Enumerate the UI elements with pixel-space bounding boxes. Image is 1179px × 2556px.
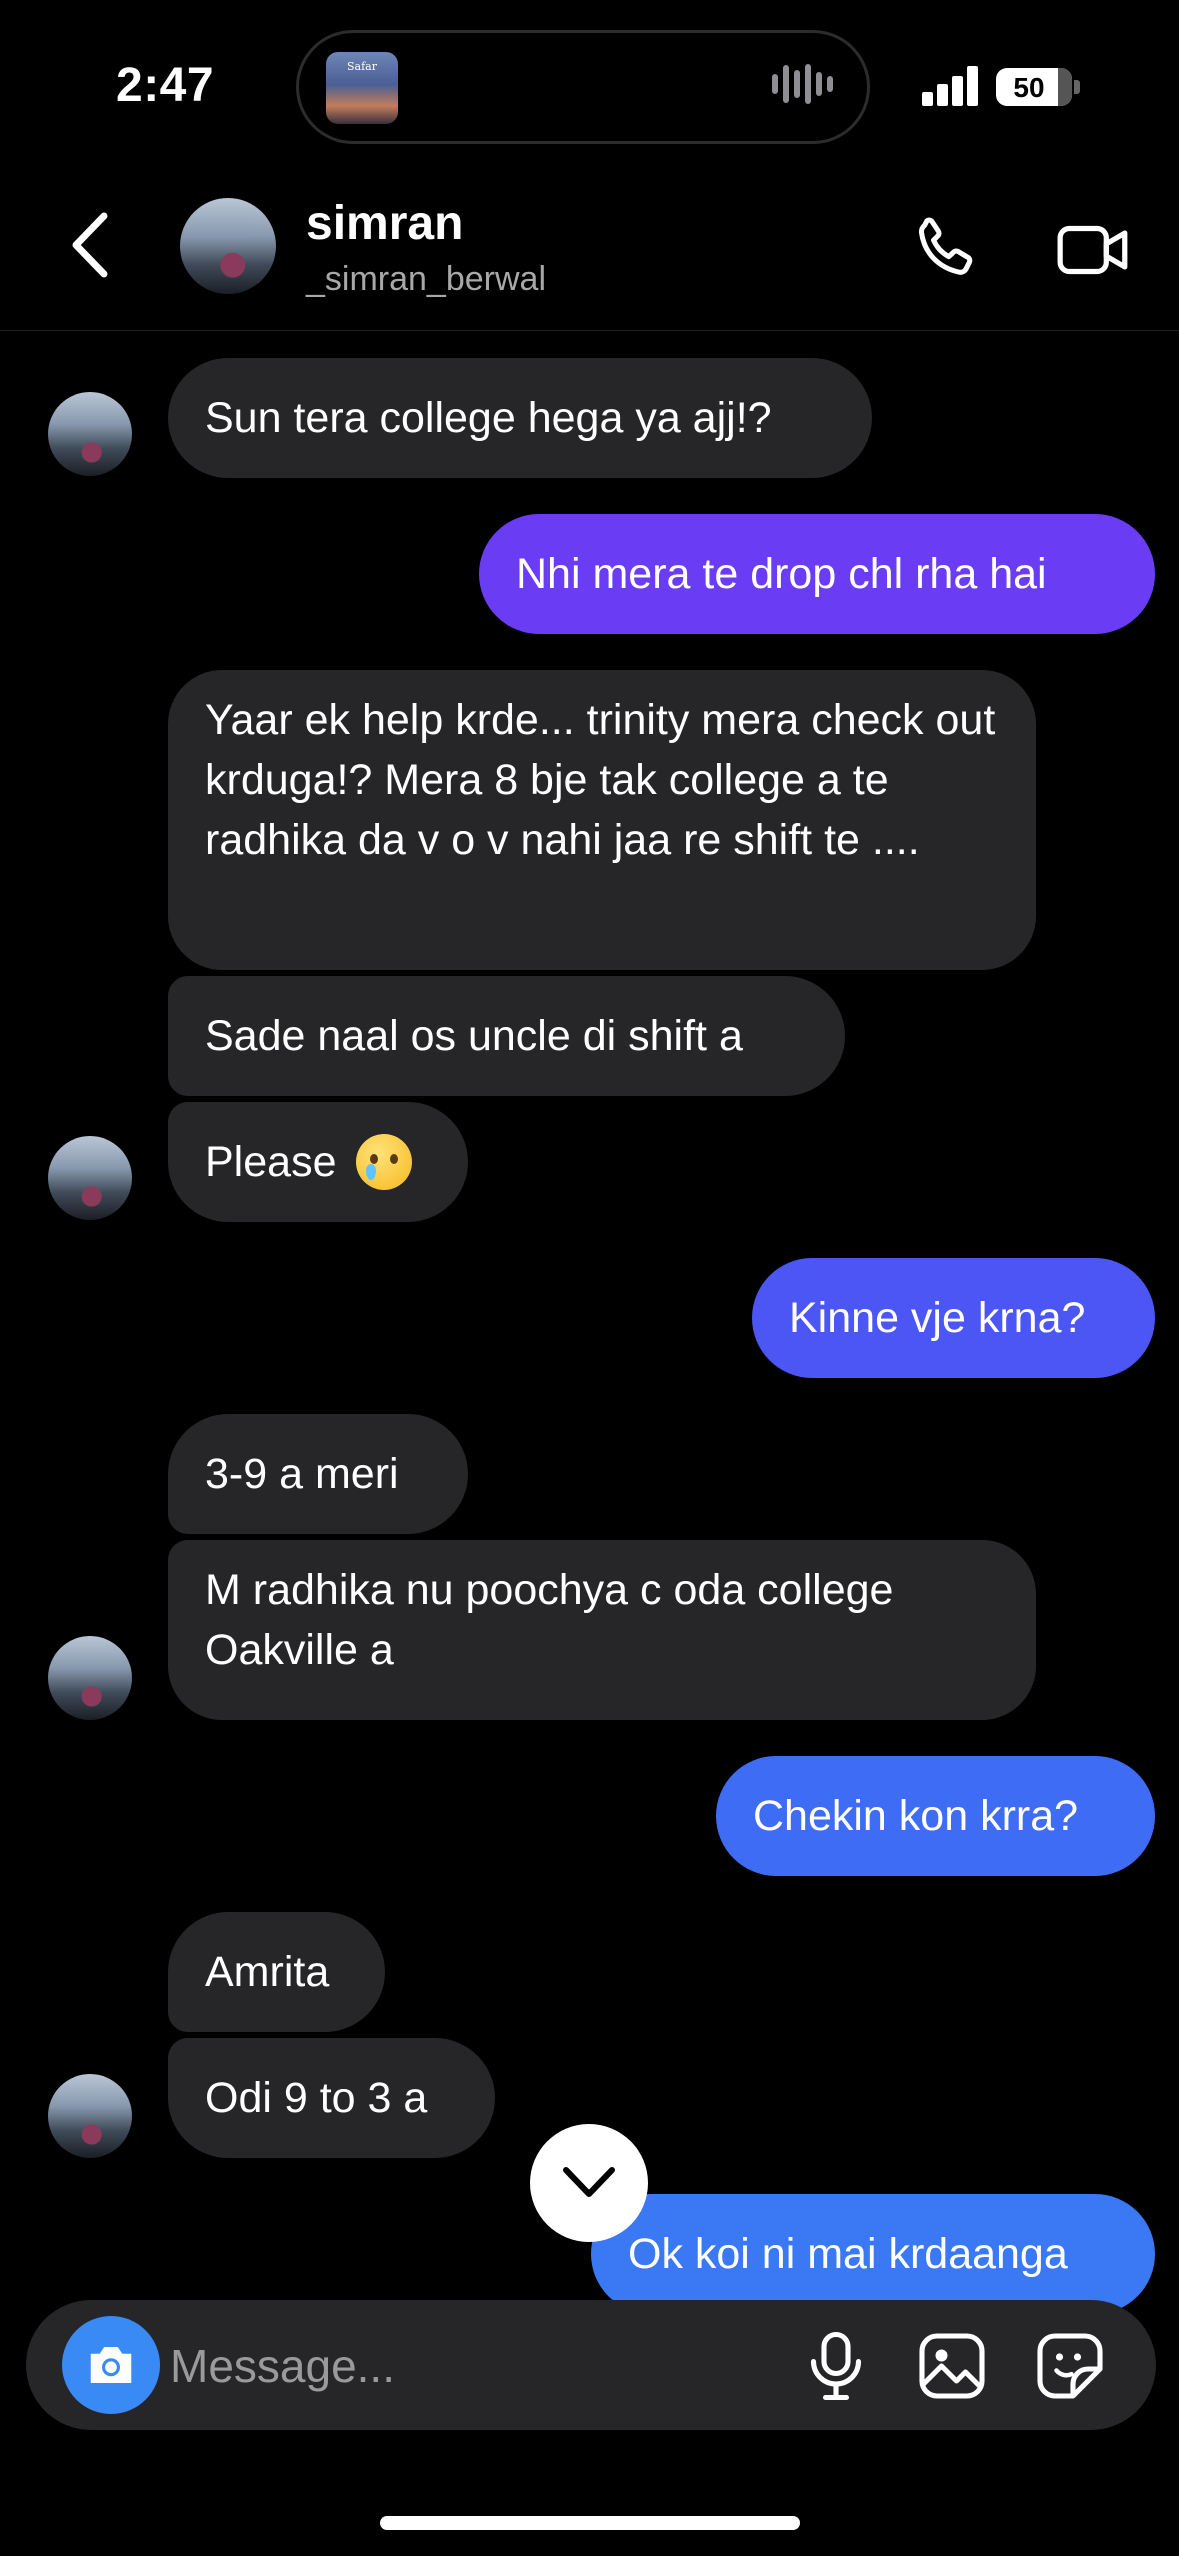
message-sent[interactable]: Nhi mera te drop chl rha hai <box>479 514 1155 634</box>
camera-button[interactable] <box>62 2316 160 2414</box>
contact-handle[interactable]: _simran_berwal <box>306 260 546 299</box>
message-sent[interactable]: Kinne vje krna? <box>752 1258 1155 1378</box>
sender-avatar[interactable] <box>48 1636 132 1720</box>
header-divider <box>0 330 1179 331</box>
sticker-icon <box>1037 2333 1103 2399</box>
message-received[interactable]: Odi 9 to 3 a <box>168 2038 495 2158</box>
sticker-button[interactable] <box>1034 2330 1106 2402</box>
sender-avatar[interactable] <box>48 2074 132 2158</box>
microphone-icon <box>810 2331 862 2401</box>
voice-call-button[interactable] <box>906 212 982 288</box>
cellular-signal-icon <box>922 66 980 106</box>
message-received[interactable]: Sade naal os uncle di shift a <box>168 976 845 1096</box>
sender-avatar[interactable] <box>48 1136 132 1220</box>
now-playing-art-label: Safar <box>347 60 377 73</box>
chevron-down-icon <box>563 2167 615 2197</box>
crying-face-emoji-icon <box>356 1134 413 1190</box>
message-input[interactable] <box>168 2330 772 2402</box>
status-time: 2:47 <box>116 59 215 112</box>
contact-name[interactable]: simran <box>306 196 463 251</box>
message-sent[interactable]: Chekin kon krra? <box>716 1756 1155 1876</box>
battery-percent: 50 <box>1013 72 1045 103</box>
audio-waveform-icon <box>772 64 840 110</box>
chevron-left-icon <box>72 212 108 278</box>
message-received[interactable]: Sun tera college hega ya ajj!? <box>168 358 872 478</box>
sender-avatar[interactable] <box>48 392 132 476</box>
camera-icon <box>90 2347 132 2383</box>
gallery-button[interactable] <box>916 2330 988 2402</box>
image-icon <box>919 2333 985 2399</box>
contact-avatar[interactable] <box>180 198 276 294</box>
phone-icon <box>918 217 973 275</box>
message-received[interactable]: 3-9 a meri <box>168 1414 468 1534</box>
message-sent[interactable]: Ok koi ni mai krdaanga <box>591 2194 1155 2314</box>
battery-icon: 50 <box>996 68 1072 106</box>
battery-cap <box>1074 80 1080 94</box>
scroll-to-bottom-button[interactable] <box>530 2124 648 2242</box>
home-indicator[interactable] <box>380 2516 800 2530</box>
message-received[interactable]: Yaar ek help krde... trinity mera check … <box>168 670 1036 970</box>
voice-message-button[interactable] <box>806 2330 866 2402</box>
message-received[interactable]: Please <box>168 1102 468 1222</box>
video-call-button[interactable] <box>1054 212 1134 288</box>
now-playing-artwork[interactable]: Safar <box>326 52 398 124</box>
video-camera-icon <box>1057 225 1128 275</box>
message-received[interactable]: Amrita <box>168 1912 385 2032</box>
message-received[interactable]: M radhika nu poochya c oda college Oakvi… <box>168 1540 1036 1720</box>
back-button[interactable] <box>62 210 122 280</box>
message-text: Please <box>205 1138 337 1186</box>
